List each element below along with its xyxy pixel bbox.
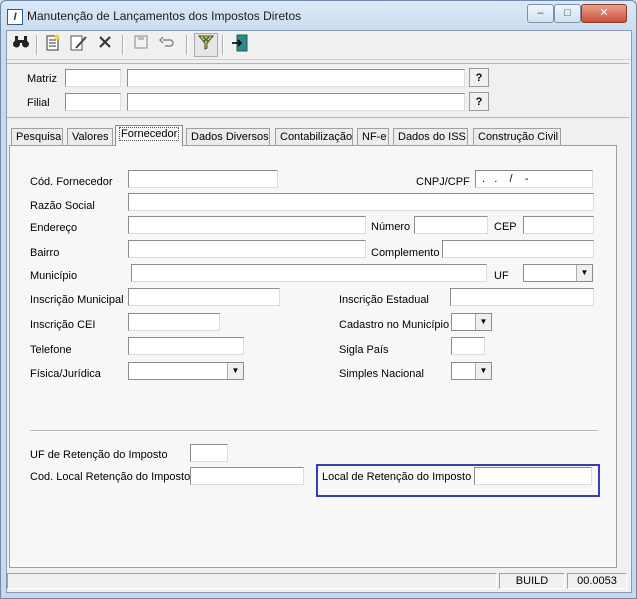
- cep-label: CEP: [494, 221, 517, 233]
- close-button[interactable]: ✕: [581, 4, 627, 23]
- tab-contabilizacao[interactable]: Contabilização: [275, 128, 353, 145]
- simples-nacional-select[interactable]: ▼: [451, 362, 492, 380]
- binoculars-icon[interactable]: [10, 34, 32, 56]
- filial-label: Filial: [27, 97, 50, 109]
- exit-icon[interactable]: [229, 34, 251, 56]
- toolbar-separator: [36, 35, 38, 55]
- local-retencao-label: Local de Retenção do Imposto: [322, 471, 472, 483]
- matriz-name-input[interactable]: [127, 69, 465, 87]
- fisica-juridica-select[interactable]: ▼: [128, 362, 244, 380]
- telefone-label: Telefone: [30, 344, 72, 356]
- inscricao-municipal-label: Inscrição Municipal: [30, 294, 124, 306]
- inscricao-municipal-input[interactable]: [128, 288, 280, 306]
- matriz-lookup-button[interactable]: ?: [469, 68, 489, 87]
- title-bar[interactable]: I Manutenção de Lançamentos dos Impostos…: [1, 1, 636, 29]
- cep-input[interactable]: [523, 216, 594, 234]
- telefone-input[interactable]: [128, 337, 244, 355]
- filial-code-input[interactable]: [65, 93, 121, 111]
- inscricao-cei-label: Inscrição CEI: [30, 319, 96, 331]
- build-number: 00.0053: [567, 573, 627, 589]
- endereco-label: Endereço: [30, 222, 78, 234]
- cadastro-municipio-select[interactable]: ▼: [451, 313, 492, 331]
- tab-valores[interactable]: Valores: [67, 128, 113, 145]
- header-group: Matriz ? Filial ?: [7, 63, 629, 118]
- cod-fornecedor-label: Cód. Fornecedor: [30, 176, 113, 188]
- tab-construcao-civil[interactable]: Construção Civil: [473, 128, 561, 145]
- fornecedor-panel: Cód. Fornecedor CNPJ/CPF Razão Social En…: [9, 145, 617, 568]
- matriz-code-input[interactable]: [65, 69, 121, 87]
- endereco-input[interactable]: [128, 216, 366, 234]
- toolbar-separator: [186, 35, 188, 55]
- cod-fornecedor-input[interactable]: [128, 170, 278, 188]
- toolbar: [7, 31, 631, 60]
- tab-pesquisa[interactable]: Pesquisa: [11, 128, 63, 145]
- uf-retencao-input[interactable]: [190, 444, 228, 462]
- minimize-button[interactable]: –: [527, 4, 554, 23]
- window-title: Manutenção de Lançamentos dos Impostos D…: [27, 9, 302, 23]
- numero-label: Número: [371, 221, 411, 233]
- application-window: I Manutenção de Lançamentos dos Impostos…: [0, 0, 637, 599]
- cnpj-cpf-input[interactable]: [475, 170, 593, 188]
- razao-social-label: Razão Social: [30, 200, 95, 212]
- tab-strip: Pesquisa Valores Fornecedor Dados Divers…: [7, 125, 629, 146]
- delete-icon[interactable]: [94, 34, 116, 56]
- cod-local-retencao-label: Cod. Local Retenção do Imposto: [30, 471, 191, 483]
- chevron-down-icon: ▼: [475, 314, 491, 330]
- cod-local-retencao-input[interactable]: [190, 467, 304, 485]
- toolbar-separator: [222, 35, 224, 55]
- status-message: [7, 573, 497, 589]
- cnpj-cpf-label: CNPJ/CPF: [416, 176, 470, 188]
- chevron-down-icon: ▼: [227, 363, 243, 379]
- sigla-pais-label: Sigla País: [339, 344, 389, 356]
- status-bar: BUILD 00.0053: [7, 571, 631, 591]
- tab-nfe[interactable]: NF-e: [357, 128, 389, 145]
- tab-fornecedor-label: Fornecedor: [118, 127, 180, 141]
- uf-retencao-label: UF de Retenção do Imposto: [30, 449, 168, 461]
- inscricao-cei-input[interactable]: [128, 313, 220, 331]
- uf-select[interactable]: ▼: [523, 264, 593, 282]
- app-icon: I: [7, 9, 23, 25]
- numero-input[interactable]: [414, 216, 488, 234]
- filter-icon[interactable]: [194, 33, 218, 57]
- bairro-input[interactable]: [128, 240, 366, 258]
- chevron-down-icon: ▼: [576, 265, 592, 281]
- complemento-input[interactable]: [442, 240, 594, 258]
- save-icon[interactable]: [130, 34, 152, 56]
- local-retencao-input[interactable]: [474, 467, 592, 485]
- toolbar-separator: [122, 35, 124, 55]
- tab-dados-do-iss[interactable]: Dados do ISS: [393, 128, 468, 145]
- chevron-down-icon: ▼: [475, 363, 491, 379]
- tab-fornecedor[interactable]: Fornecedor: [115, 125, 183, 146]
- undo-icon[interactable]: [156, 34, 178, 56]
- filial-name-input[interactable]: [127, 93, 465, 111]
- client-area: Matriz ? Filial ? Pesquisa Valores Forne…: [6, 30, 632, 593]
- complemento-label: Complemento: [371, 247, 440, 259]
- tab-dados-diversos[interactable]: Dados Diversos: [186, 128, 270, 145]
- filial-lookup-button[interactable]: ?: [469, 92, 489, 111]
- matriz-label: Matriz: [27, 73, 57, 85]
- uf-label: UF: [494, 270, 509, 282]
- new-document-icon[interactable]: [42, 34, 64, 56]
- inscricao-estadual-label: Inscrição Estadual: [339, 294, 429, 306]
- maximize-button[interactable]: □: [554, 4, 581, 23]
- section-divider: [30, 430, 598, 432]
- cadastro-municipio-label: Cadastro no Município: [339, 319, 450, 331]
- edit-icon[interactable]: [68, 34, 90, 56]
- municipio-input[interactable]: [131, 264, 487, 282]
- fisica-juridica-label: Física/Jurídica: [30, 368, 101, 380]
- simples-nacional-label: Simples Nacional: [339, 368, 424, 380]
- inscricao-estadual-input[interactable]: [450, 288, 594, 306]
- sigla-pais-input[interactable]: [451, 337, 485, 355]
- municipio-label: Município: [30, 270, 78, 282]
- build-label: BUILD: [499, 573, 565, 589]
- bairro-label: Bairro: [30, 247, 60, 259]
- razao-social-input[interactable]: [128, 193, 594, 211]
